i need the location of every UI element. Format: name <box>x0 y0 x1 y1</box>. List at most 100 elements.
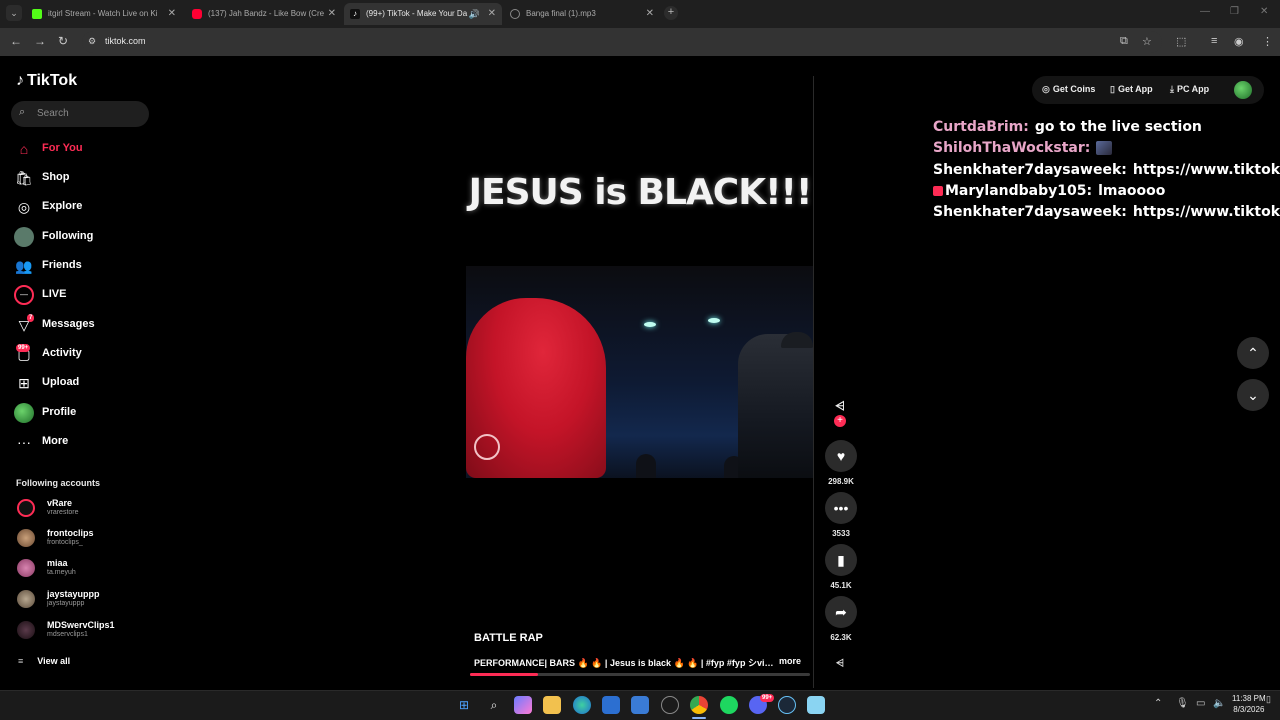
forward-icon[interactable]: → <box>34 34 46 48</box>
close-icon[interactable]: ✕ <box>328 3 336 25</box>
nav-activity[interactable]: ▢ 99+ Activity <box>14 343 154 365</box>
previous-video-button[interactable]: ⌃ <box>1237 337 1269 369</box>
video-figure-cap <box>781 332 813 348</box>
save-button[interactable]: ▮ <box>825 544 857 576</box>
account-name: vRare <box>47 498 73 508</box>
following-account[interactable]: miaa ta.meyuh <box>14 556 154 582</box>
view-all-button[interactable]: ≡ View all <box>18 656 70 666</box>
minimize-icon[interactable]: — <box>1200 6 1210 17</box>
nav-profile[interactable]: Profile <box>14 402 154 424</box>
edge-icon[interactable] <box>573 696 591 714</box>
reading-list-icon[interactable]: ≡ <box>1211 35 1217 47</box>
browser-tab-tiktok[interactable]: ♪ (99+) TikTok - Make Your Da 🔊 ✕ <box>344 3 502 25</box>
phone-icon: ▯ <box>1110 84 1115 94</box>
new-tab-button[interactable]: + <box>664 6 678 20</box>
extensions-icon[interactable]: ⬚ <box>1176 35 1186 48</box>
bookmark-star-icon[interactable]: ☆ <box>1142 35 1152 48</box>
microphone-icon[interactable]: 🎙 <box>1176 698 1189 709</box>
nav-explore[interactable]: ◎ Explore <box>14 196 154 218</box>
following-account[interactable]: jaystayuppp jaystayuppp <box>14 587 154 613</box>
site-info-icon[interactable]: ⚙ <box>88 36 96 47</box>
notification-icon[interactable]: ▯ <box>1266 694 1271 705</box>
following-accounts-heading: Following accounts <box>16 478 101 488</box>
install-app-icon[interactable]: ⧉ <box>1120 35 1128 48</box>
get-coins-button[interactable]: ◎ Get Coins <box>1042 84 1095 95</box>
nav-label: Following <box>42 230 94 242</box>
chat-user: Shenkhater7daysaweek: <box>933 204 1127 220</box>
spotify-icon[interactable] <box>720 696 738 714</box>
comment-button[interactable]: ••• <box>825 492 857 524</box>
steam-icon[interactable] <box>778 696 796 714</box>
volume-icon[interactable]: 🔈 <box>1213 698 1225 709</box>
browser-tab-mp3[interactable]: Banga final (1).mp3 ✕ <box>504 3 660 25</box>
notepad-icon[interactable] <box>807 696 825 714</box>
start-icon[interactable]: ⊞ <box>455 696 473 714</box>
nav-friends[interactable]: 👥 Friends <box>14 255 154 277</box>
comment-icon: ••• <box>833 500 849 516</box>
browser-tab-youtube[interactable]: (137) Jah Bandz - Like Bow (Cre ✕ <box>186 3 342 25</box>
address-bar[interactable] <box>82 31 1162 53</box>
more-icon: ··· <box>17 434 31 450</box>
tiktok-favicon-icon: ♪ <box>350 9 360 19</box>
globe-icon <box>510 9 520 19</box>
video-username[interactable]: BATTLE RAP <box>474 632 543 644</box>
store-icon[interactable] <box>602 696 620 714</box>
maximize-icon[interactable]: ❐ <box>1230 6 1239 17</box>
nav-shop[interactable]: 🛍 Shop <box>14 167 154 189</box>
video-progress-bar[interactable] <box>470 673 810 676</box>
following-account[interactable]: vRare vrarestore <box>14 496 154 522</box>
mail-icon[interactable] <box>631 696 649 714</box>
nav-upload[interactable]: ⊞ Upload <box>14 372 154 394</box>
tiktok-logo[interactable]: ♪ TikTok <box>16 72 77 90</box>
account-name: frontoclips <box>47 528 94 538</box>
settings-icon[interactable] <box>661 696 679 714</box>
back-icon[interactable]: ← <box>10 34 22 48</box>
like-count: 298.9K <box>828 477 854 486</box>
window-close-icon[interactable]: ✕ <box>1260 6 1268 17</box>
pc-app-label: PC App <box>1176 84 1210 94</box>
taskbar-clock[interactable]: 11:38 PM 8/3/2026 <box>1232 693 1266 715</box>
user-avatar[interactable] <box>1234 81 1252 99</box>
tab-search-button[interactable]: ⌄ <box>6 5 22 21</box>
profile-icon[interactable]: ◉ <box>1234 35 1244 48</box>
kebab-menu-icon[interactable]: ⋮ <box>1262 35 1273 48</box>
chat-line: Marylandbaby105: lmaoooo <box>933 183 1165 199</box>
hoodie-logo-graphic <box>474 434 500 460</box>
get-coins-label: Get Coins <box>1052 84 1096 94</box>
nav-more[interactable]: ··· More <box>14 431 154 453</box>
speaker-icon[interactable]: 🔊 <box>469 3 480 25</box>
chrome-icon[interactable] <box>690 696 708 714</box>
nav-for-you[interactable]: ⌂ For You <box>14 138 154 160</box>
close-icon[interactable]: ✕ <box>488 3 496 25</box>
nav-live[interactable]: — LIVE <box>14 284 154 306</box>
close-icon[interactable]: ✕ <box>646 3 654 25</box>
pc-app-button[interactable]: ⤓ PC App <box>1170 84 1209 95</box>
following-account[interactable]: MDSwervClips1 mdservclips1 <box>14 618 154 644</box>
video-player[interactable] <box>466 266 813 478</box>
following-account[interactable]: frontoclips frontoclips_ <box>14 526 154 552</box>
account-handle: vrarestore <box>47 509 79 516</box>
more-button[interactable]: more <box>779 656 801 666</box>
share-button[interactable]: ➦ <box>825 596 857 628</box>
browser-tab-kick[interactable]: itgirl Stream - Watch Live on Ki ✕ <box>26 3 182 25</box>
like-button[interactable]: ♥ <box>825 440 857 472</box>
profile-avatar-icon <box>14 403 34 423</box>
follow-plus-icon[interactable]: + <box>834 415 846 427</box>
nav-following[interactable]: Following <box>14 226 154 248</box>
avatar <box>17 590 35 608</box>
search-icon[interactable]: ⌕ <box>485 696 503 714</box>
nav-label: Friends <box>42 259 82 271</box>
nav-messages[interactable]: ▽ 7 Messages <box>14 314 154 336</box>
search-input[interactable]: ⌕ Search <box>11 101 149 127</box>
file-explorer-icon[interactable] <box>543 696 561 714</box>
next-video-button[interactable]: ⌄ <box>1237 379 1269 411</box>
get-app-button[interactable]: ▯ Get App <box>1110 84 1153 95</box>
url-text[interactable]: tiktok.com <box>105 36 146 46</box>
save-count: 45.1K <box>830 581 852 590</box>
copilot-icon[interactable] <box>514 696 532 714</box>
reload-icon[interactable]: ↻ <box>58 34 68 48</box>
music-disc-icon[interactable]: ⩤ <box>830 654 850 674</box>
tray-chevron-icon[interactable]: ⌃ <box>1154 698 1162 709</box>
close-icon[interactable]: ✕ <box>168 3 176 25</box>
network-icon[interactable]: ▭ <box>1196 698 1205 709</box>
